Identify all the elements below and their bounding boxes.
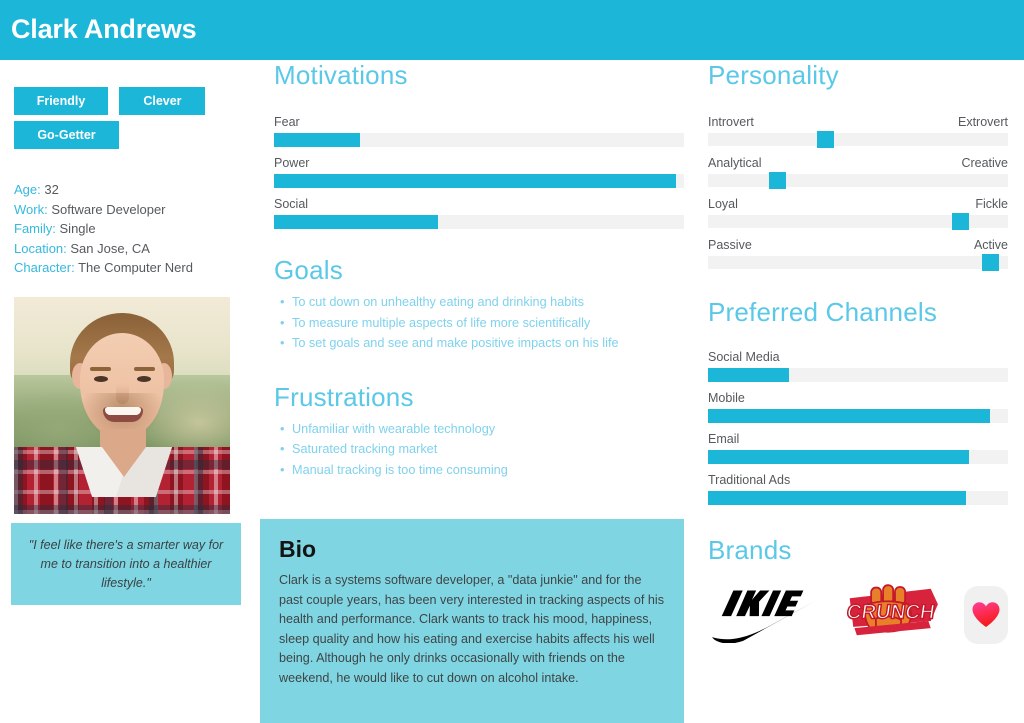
channel-track-email — [708, 450, 1008, 464]
demographic-label: Age: — [14, 182, 41, 197]
channel-label-mobile: Mobile — [708, 391, 745, 405]
bio-card: Bio Clark is a systems software develope… — [260, 519, 684, 723]
brands-list: CRUNCH — [708, 584, 1008, 646]
motivations-heading: Motivations — [274, 60, 408, 90]
frustrations-list-item: Unfamiliar with wearable technology — [280, 419, 684, 440]
personality-label-left: Analytical — [708, 156, 762, 170]
channel-fill-mobile — [708, 409, 990, 423]
demographics-list: Age: 32 Work: Software Developer Family:… — [14, 180, 193, 278]
channel-label-email: Email — [708, 432, 740, 446]
persona-quote-text: "I feel like there's a smarter way for m… — [28, 537, 224, 590]
demographic-value: Single — [59, 221, 96, 236]
nike-logo — [708, 587, 820, 644]
frustrations-heading: Frustrations — [274, 381, 414, 412]
trait-tag-friendly[interactable]: Friendly — [14, 87, 108, 115]
personality-labels-loyal-fickle: Loyal Fickle — [708, 197, 1008, 211]
personality-label-left: Passive — [708, 238, 752, 252]
demographic-row-age: Age: 32 — [14, 180, 193, 200]
demographic-value: The Computer Nerd — [78, 260, 193, 275]
demographic-value: San Jose, CA — [70, 240, 150, 256]
personality-thumb[interactable] — [951, 213, 969, 230]
demographic-row-location: Location: San Jose, CA — [14, 239, 193, 259]
brands-heading: Brands — [708, 535, 792, 565]
page-title: Clark Andrews — [11, 14, 197, 44]
motivation-fill-fear — [274, 133, 361, 147]
personality-thumb[interactable] — [816, 131, 834, 148]
motivation-track-social — [274, 215, 684, 229]
photo-eyebrow-left — [90, 367, 111, 371]
channels-heading: Preferred Channels — [708, 297, 938, 327]
motivations-chart: Fear Power Social — [274, 115, 684, 229]
personality-labels-passive-active: Passive Active — [708, 238, 1008, 252]
trait-tag-list: Friendly Clever Go-Getter — [14, 87, 239, 155]
motivation-label-power: Power — [274, 156, 310, 170]
goals-list-item: To cut down on unhealthy eating and drin… — [280, 292, 684, 313]
photo-eyebrow-right — [134, 367, 155, 371]
demographic-value: Software Developer — [51, 201, 166, 217]
persona-photo — [14, 297, 230, 514]
motivation-label-fear: Fear — [274, 115, 300, 129]
persona-quote-box: "I feel like there's a smarter way for m… — [11, 523, 241, 605]
channel-label-traditional-ads: Traditional Ads — [708, 473, 791, 487]
left-column: Friendly Clever Go-Getter Age: 32 Work: … — [0, 60, 252, 723]
personality-label-right: Active — [973, 238, 1008, 252]
apple-health-icon — [964, 586, 1008, 644]
personality-thumb[interactable] — [769, 172, 786, 189]
channels-chart: Social Media Mobile Email Traditional Ad… — [708, 350, 1008, 505]
demographic-label: Work: — [14, 201, 48, 217]
motivation-track-fear — [274, 133, 684, 147]
personality-label-right: Creative — [961, 156, 1008, 170]
crunch-logo: CRUNCH — [840, 584, 944, 646]
channel-track-traditional-ads — [708, 491, 1008, 505]
photo-eye-right — [137, 376, 151, 382]
personality-label-left: Introvert — [708, 115, 754, 129]
photo-teeth — [105, 407, 141, 415]
demographic-value: 32 — [44, 182, 59, 197]
personality-label-right: Extrovert — [957, 115, 1008, 129]
demographic-label: Location: — [14, 240, 67, 256]
goals-list-item: To measure multiple aspects of life more… — [280, 313, 684, 334]
photo-eye-left — [94, 376, 108, 382]
frustrations-list-item: Manual tracking is too time consuming — [280, 460, 684, 481]
channel-track-mobile — [708, 409, 1008, 423]
personality-heading: Personality — [708, 60, 839, 90]
motivation-fill-social — [274, 215, 438, 229]
demographic-label: Family: — [14, 221, 56, 236]
channel-fill-social-media — [708, 368, 789, 382]
personality-slider-introvert-extrovert[interactable] — [708, 131, 1008, 148]
demographic-row-character: Character: The Computer Nerd — [14, 258, 193, 278]
middle-column: Motivations Fear Power Social Goals To c… — [274, 60, 684, 480]
right-column: Personality Introvert Extrovert Analytic… — [708, 60, 1008, 646]
demographic-row-work: Work: Software Developer — [14, 200, 193, 220]
channel-track-social-media — [708, 368, 1008, 382]
motivation-label-social: Social — [274, 197, 309, 211]
personality-thumb[interactable] — [982, 254, 999, 271]
page-header: Clark Andrews — [0, 0, 1024, 60]
svg-text:CRUNCH: CRUNCH — [845, 602, 936, 624]
goals-list: To cut down on unhealthy eating and drin… — [274, 292, 684, 354]
channel-fill-email — [708, 450, 969, 464]
frustrations-list: Unfamiliar with wearable technology Satu… — [274, 419, 684, 481]
personality-labels-analytical-creative: Analytical Creative — [708, 156, 1008, 170]
personality-label-right: Fickle — [975, 197, 1008, 211]
frustrations-list-item: Saturated tracking market — [280, 439, 684, 460]
personality-label-left: Loyal — [708, 197, 738, 211]
channel-fill-traditional-ads — [708, 491, 966, 505]
bio-text: Clark is a systems software developer, a… — [279, 573, 665, 685]
goals-heading: Goals — [274, 255, 343, 285]
demographic-label: Character: — [14, 260, 75, 275]
personality-slider-loyal-fickle[interactable] — [708, 213, 1008, 230]
trait-tag-clever[interactable]: Clever — [119, 87, 206, 115]
personality-slider-analytical-creative[interactable] — [708, 172, 1008, 189]
channel-label-social-media: Social Media — [708, 350, 780, 364]
bio-heading: Bio — [279, 536, 317, 562]
trait-tag-go-getter[interactable]: Go-Getter — [14, 121, 119, 149]
demographic-row-family: Family: Single — [14, 219, 193, 239]
personality-slider-passive-active[interactable] — [708, 254, 1008, 271]
personality-chart: Introvert Extrovert Analytical Creative … — [708, 115, 1008, 271]
motivation-fill-power — [274, 174, 676, 188]
goals-list-item: To set goals and see and make positive i… — [280, 333, 684, 354]
personality-labels-introvert-extrovert: Introvert Extrovert — [708, 115, 1008, 129]
motivation-track-power — [274, 174, 684, 188]
